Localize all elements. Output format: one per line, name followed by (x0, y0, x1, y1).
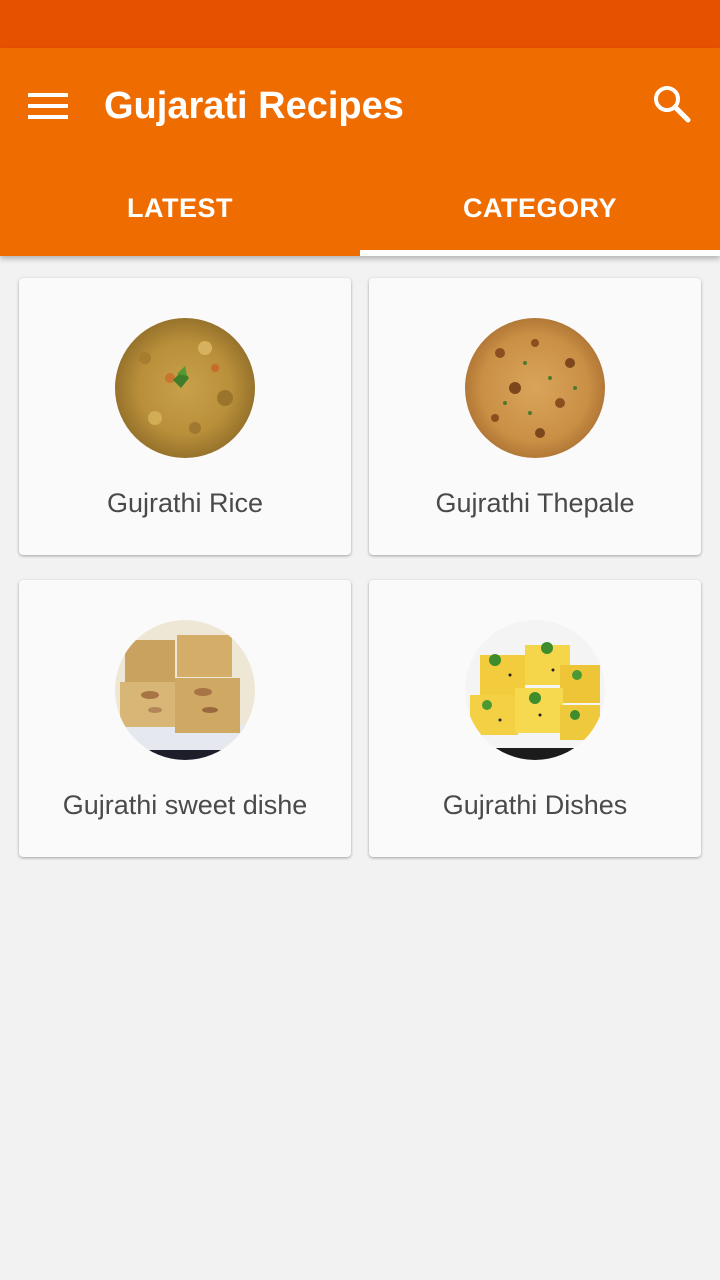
dhokla-image (465, 620, 605, 760)
rice-dish-image (115, 318, 255, 458)
app-bar: Gujarati Recipes LATEST CATEGORY (0, 48, 720, 256)
category-card-sweet[interactable]: Gujrathi sweet dishe (19, 580, 351, 857)
hamburger-menu-icon[interactable] (22, 80, 74, 132)
app-title: Gujarati Recipes (104, 85, 404, 127)
category-card-thepale[interactable]: Gujrathi Thepale (369, 278, 701, 555)
sweet-barfi-image (115, 620, 255, 760)
category-label: Gujrathi sweet dishe (62, 790, 308, 820)
tab-category[interactable]: CATEGORY (360, 160, 720, 256)
search-icon[interactable] (646, 78, 698, 130)
category-card-rice[interactable]: Gujrathi Rice (19, 278, 351, 555)
category-label: Gujrathi Rice (106, 488, 264, 518)
thepla-flatbread-image (465, 318, 605, 458)
tab-latest[interactable]: LATEST (0, 160, 360, 256)
category-label: Gujrathi Thepale (435, 488, 635, 518)
category-card-dishes[interactable]: Gujrathi Dishes (369, 580, 701, 857)
status-bar (0, 0, 720, 48)
tab-bar: LATEST CATEGORY (0, 160, 720, 256)
category-label: Gujrathi Dishes (442, 790, 628, 820)
